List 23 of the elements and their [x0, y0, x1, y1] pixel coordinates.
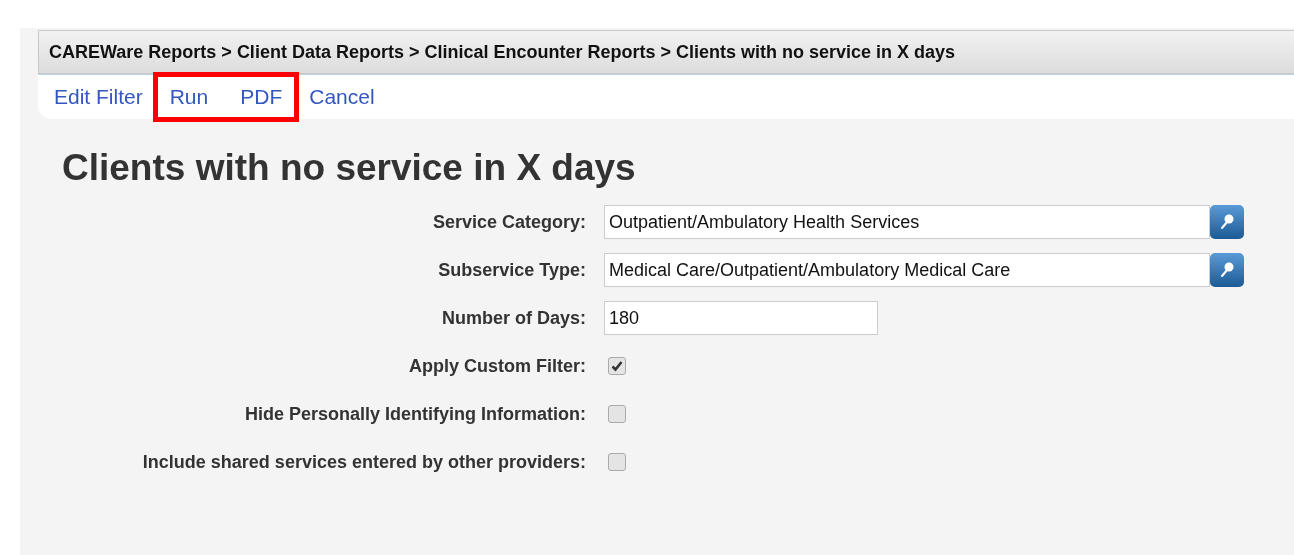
checkbox[interactable]	[608, 357, 626, 375]
search-icon	[1219, 213, 1235, 231]
checkbox[interactable]	[608, 453, 626, 471]
search-button[interactable]	[1210, 205, 1244, 239]
breadcrumb-text: CAREWare Reports > Client Data Reports > Clinical Encounter Reports > Clients with no service in X days	[49, 41, 956, 63]
field-label: Service Category:	[431, 211, 586, 233]
field-label: Include shared services entered by other providers:	[141, 451, 586, 473]
field-label: Apply Custom Filter:	[408, 355, 586, 377]
field-label: Subservice Type:	[437, 259, 586, 281]
action-link[interactable]: PDF	[240, 85, 283, 109]
action-link[interactable]: Run	[169, 85, 209, 109]
action-link[interactable]: Cancel	[309, 85, 375, 109]
search-button[interactable]	[1210, 253, 1244, 287]
action-link[interactable]: Edit Filter	[54, 85, 143, 109]
check-icon	[611, 360, 623, 372]
number-field[interactable]: 180	[604, 301, 878, 335]
lookup-field[interactable]: Medical Care/Outpatient/Ambulatory Medical Care	[604, 253, 1210, 287]
field-label: Number of Days:	[440, 307, 586, 329]
search-icon	[1219, 261, 1235, 279]
checkbox[interactable]	[608, 405, 626, 423]
lookup-field[interactable]: Outpatient/Ambulatory Health Services	[604, 205, 1210, 239]
field-label: Hide Personally Identifying Information:	[243, 403, 586, 425]
page-title: Clients with no service in X days	[62, 147, 637, 189]
